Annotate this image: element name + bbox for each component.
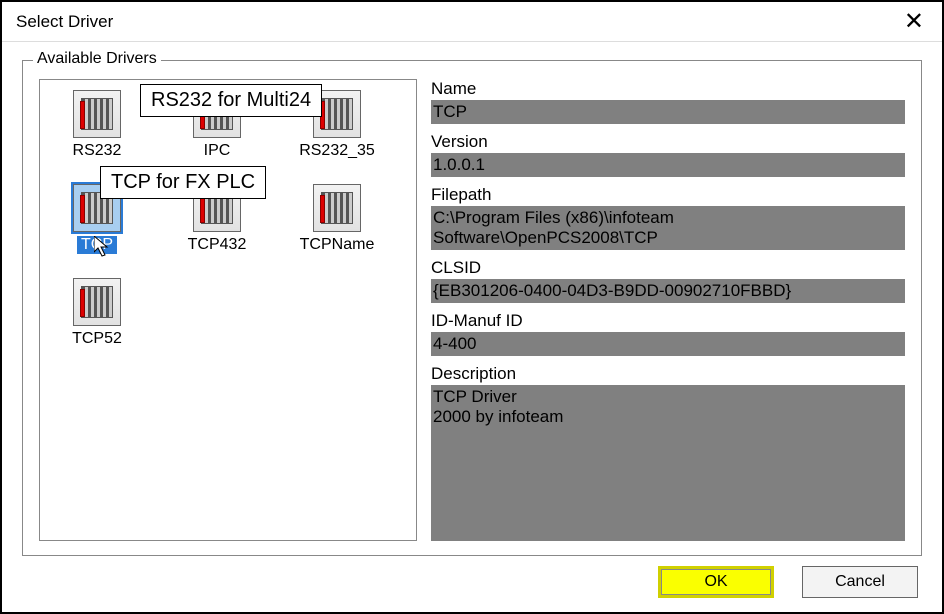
idmanuf-label: ID-Manuf ID: [431, 311, 905, 331]
dialog-body: Available Drivers RS232 IPC: [2, 42, 942, 612]
driver-label: TCP52: [68, 330, 126, 348]
name-label: Name: [431, 79, 905, 99]
version-label: Version: [431, 132, 905, 152]
button-row: OK Cancel: [22, 556, 922, 598]
tooltip-tcp: TCP for FX PLC: [100, 166, 266, 199]
driver-label: RS232_35: [295, 142, 379, 160]
driver-item-tcp52[interactable]: TCP52: [52, 278, 142, 348]
description-label: Description: [431, 364, 905, 384]
driver-icon: [313, 184, 361, 232]
filepath-label: Filepath: [431, 185, 905, 205]
clsid-label: CLSID: [431, 258, 905, 278]
select-driver-dialog: Select Driver ✕ Available Drivers RS232: [0, 0, 944, 614]
window-title: Select Driver: [16, 12, 113, 32]
tooltip-rs232: RS232 for Multi24: [140, 84, 322, 117]
titlebar: Select Driver ✕: [2, 2, 942, 42]
name-value: TCP: [431, 100, 905, 124]
driver-icon: [73, 90, 121, 138]
idmanuf-value: 4-400: [431, 332, 905, 356]
driver-label: RS232: [69, 142, 126, 160]
driver-details: Name TCP Version 1.0.0.1 Filepath C:\Pro…: [431, 79, 905, 541]
driver-item-rs232[interactable]: RS232: [52, 90, 142, 160]
ok-button[interactable]: OK: [658, 566, 774, 598]
driver-item-tcpname[interactable]: TCPName: [292, 184, 382, 254]
description-value: TCP Driver 2000 by infoteam: [431, 385, 905, 541]
driver-label: IPC: [200, 142, 235, 160]
driver-row: RS232 IPC RS232_35 RS232 for: [52, 90, 404, 160]
version-value: 1.0.0.1: [431, 153, 905, 177]
driver-row: TCP TCP432: [52, 184, 404, 254]
clsid-value: {EB301206-0400-04D3-B9DD-00902710FBBD}: [431, 279, 905, 303]
groupbox-label: Available Drivers: [33, 50, 161, 68]
driver-list[interactable]: RS232 IPC RS232_35 RS232 for: [39, 79, 417, 541]
driver-icon: [73, 278, 121, 326]
filepath-value: C:\Program Files (x86)\infoteam Software…: [431, 206, 905, 250]
cursor-icon: [94, 236, 114, 258]
driver-row: TCP52: [52, 278, 404, 348]
driver-label: TCPName: [296, 236, 379, 254]
cancel-button[interactable]: Cancel: [802, 566, 918, 598]
driver-label: TCP432: [184, 236, 251, 254]
close-icon[interactable]: ✕: [896, 7, 932, 36]
available-drivers-group: Available Drivers RS232 IPC: [22, 60, 922, 556]
